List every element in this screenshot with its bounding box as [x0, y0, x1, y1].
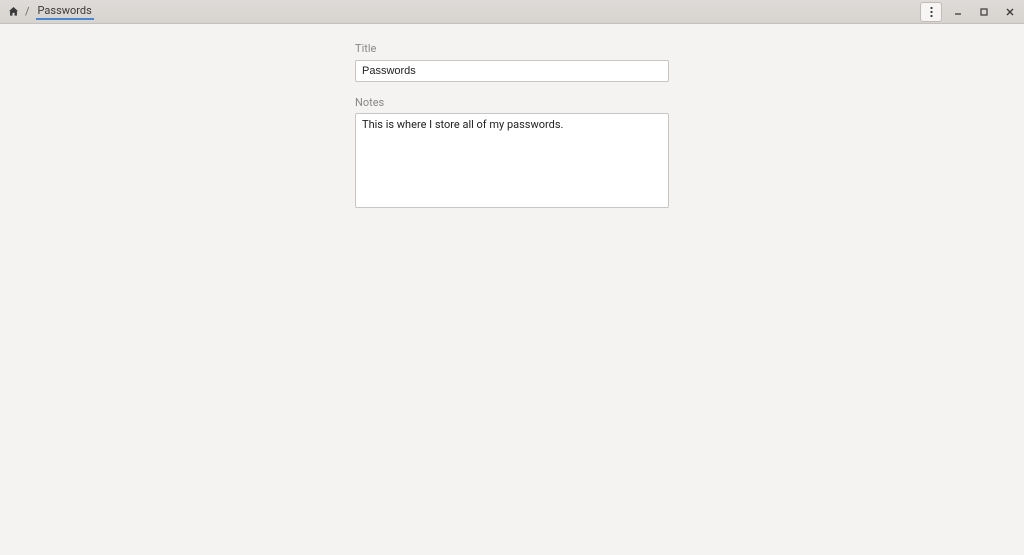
main-content: Title Notes: [0, 24, 1024, 226]
note-form: Title Notes: [355, 42, 669, 226]
titlebar: / Passwords: [0, 0, 1024, 24]
close-button[interactable]: [1000, 3, 1020, 21]
maximize-button[interactable]: [974, 3, 994, 21]
breadcrumb-separator: /: [25, 5, 30, 18]
title-group: Title: [355, 42, 669, 82]
minimize-button[interactable]: [948, 3, 968, 21]
title-input[interactable]: [355, 60, 669, 82]
breadcrumb: / Passwords: [4, 4, 94, 20]
window-controls: [920, 2, 1020, 22]
notes-textarea[interactable]: [355, 113, 669, 208]
title-label: Title: [355, 42, 669, 55]
breadcrumb-current[interactable]: Passwords: [36, 4, 94, 20]
notes-group: Notes: [355, 96, 669, 212]
notes-label: Notes: [355, 96, 669, 109]
home-icon[interactable]: [8, 6, 19, 17]
menu-button[interactable]: [920, 2, 942, 22]
